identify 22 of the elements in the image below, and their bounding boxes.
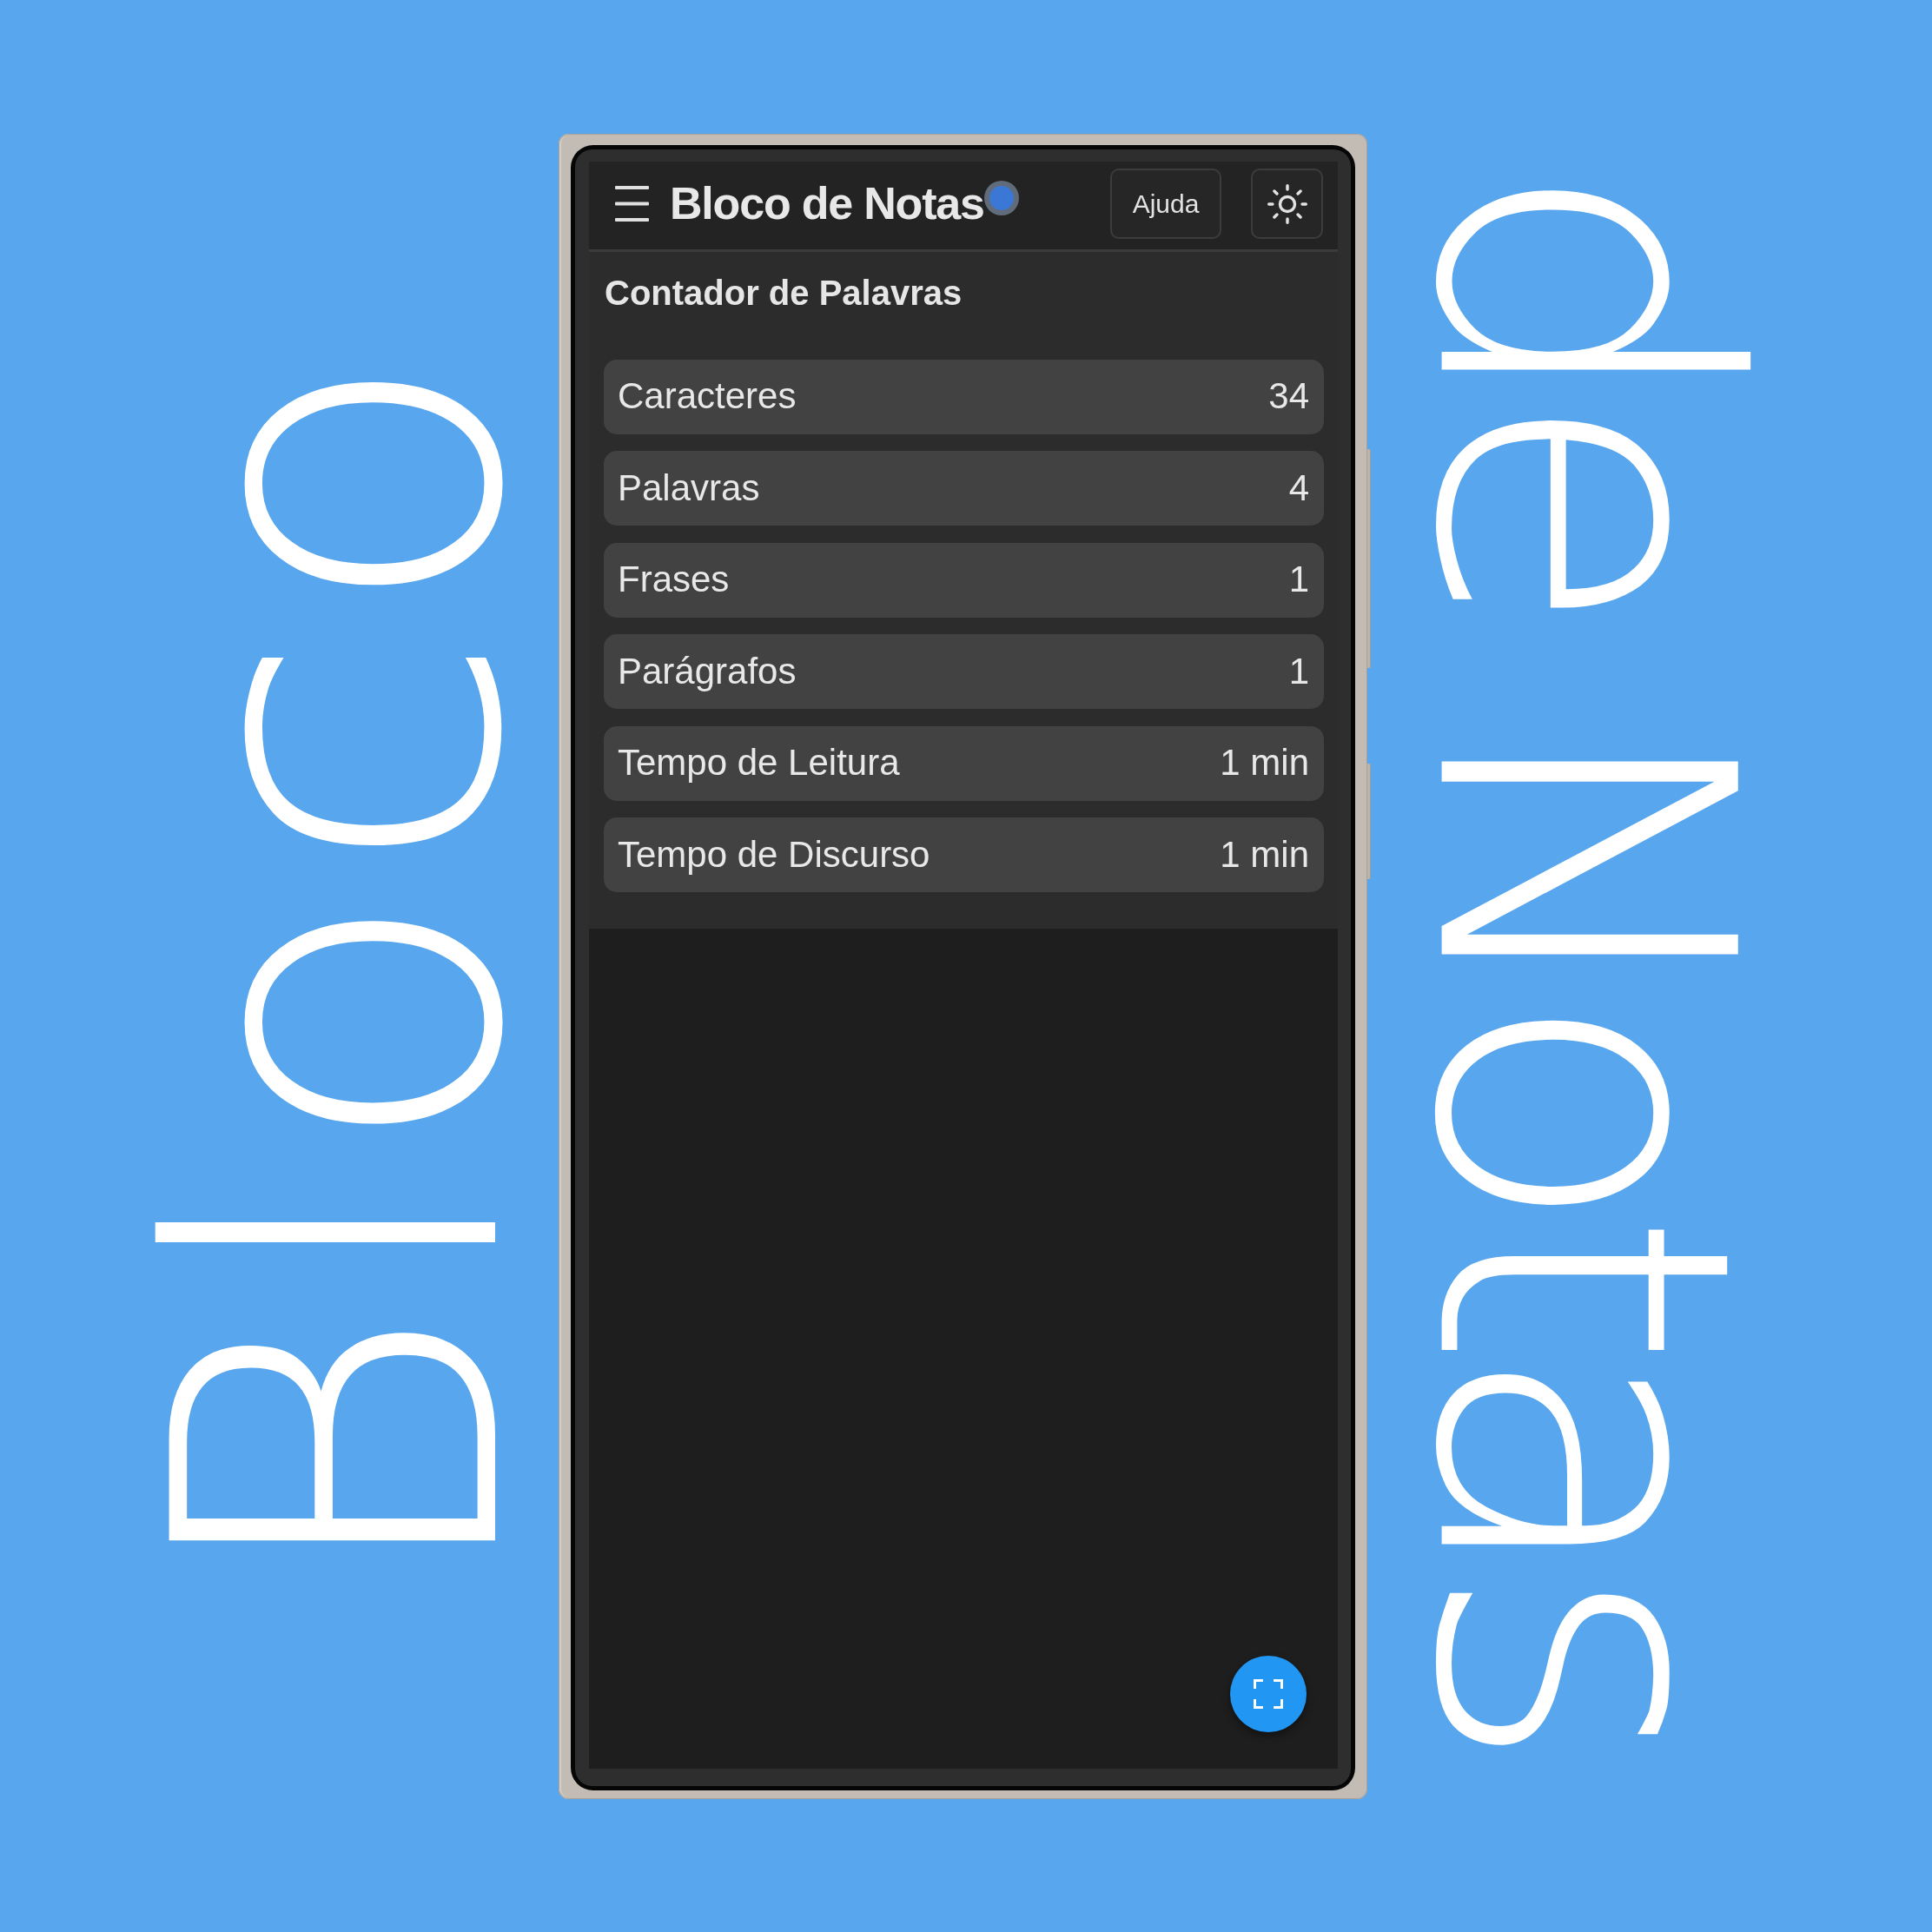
section-title: Contador de Palavras <box>605 272 963 313</box>
app-title: Bloco de Notas <box>670 178 984 229</box>
stat-label: Parágrafos <box>618 650 797 693</box>
banner-title: Bloco <box>128 336 553 1596</box>
help-button[interactable]: Ajuda <box>1110 169 1221 239</box>
stat-label: Tempo de Leitura <box>618 742 900 784</box>
touch-dot-icon <box>983 180 1019 215</box>
sun-icon <box>1267 183 1307 224</box>
stat-value: 34 <box>1268 375 1309 418</box>
theme-toggle-button[interactable] <box>1251 169 1323 239</box>
stat-value: 1 min <box>1220 742 1309 784</box>
stat-label: Caracteres <box>618 375 797 418</box>
stat-label: Tempo de Discurso <box>618 833 930 877</box>
stat-value: 4 <box>1288 466 1309 510</box>
stat-value: 1 min <box>1220 833 1309 877</box>
stat-value: 1 <box>1288 559 1309 601</box>
banner-title: de Notas <box>1389 157 1776 1749</box>
stat-label: Frases <box>618 559 730 601</box>
fullscreen-icon <box>1254 1678 1283 1709</box>
stat-label: Palavras <box>618 466 760 510</box>
menu-icon[interactable] <box>615 186 649 222</box>
stat-value: 1 <box>1288 650 1309 693</box>
